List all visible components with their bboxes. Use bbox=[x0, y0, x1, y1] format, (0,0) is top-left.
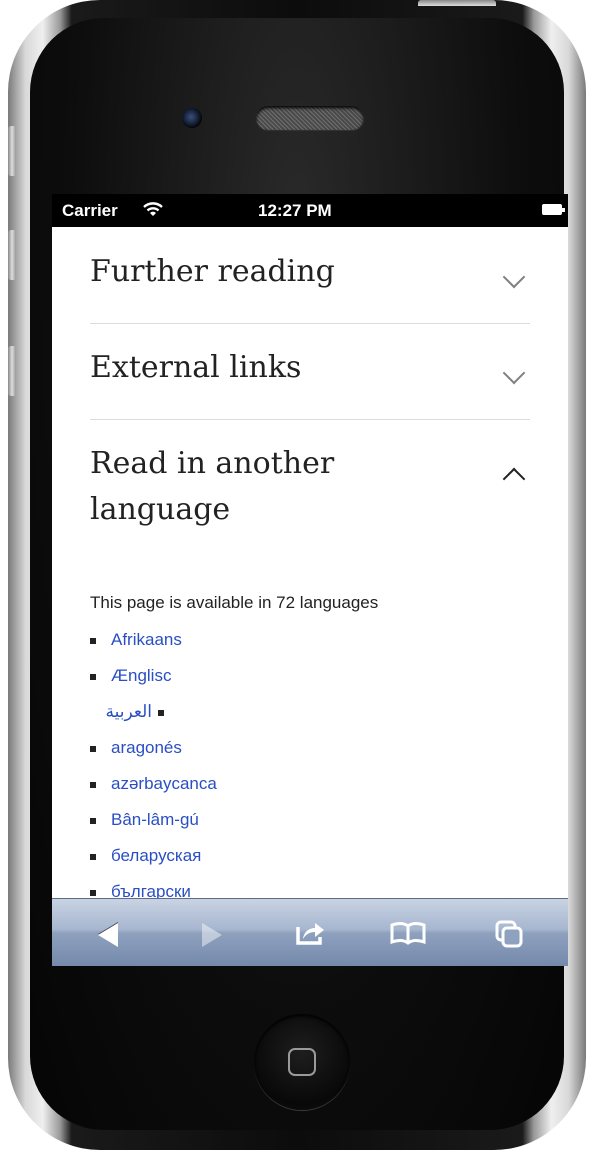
forward-icon bbox=[202, 923, 222, 947]
section-title: Further reading bbox=[90, 254, 335, 289]
language-link[interactable]: العربية bbox=[90, 694, 217, 730]
wifi-icon bbox=[143, 202, 163, 216]
mute-switch bbox=[8, 126, 16, 176]
language-link[interactable]: Ænglisc bbox=[90, 658, 217, 694]
forward-button[interactable] bbox=[188, 911, 232, 955]
earpiece-speaker bbox=[256, 106, 364, 130]
article-content: Further reading External links Read in a… bbox=[52, 227, 568, 901]
bookmarks-button[interactable] bbox=[386, 911, 430, 955]
section-title: External links bbox=[90, 350, 302, 385]
language-link[interactable]: Bân-lâm-gú bbox=[90, 802, 217, 838]
list-bullet bbox=[90, 818, 96, 824]
list-bullet bbox=[90, 638, 96, 644]
language-link[interactable]: беларуская bbox=[90, 838, 217, 874]
share-button[interactable] bbox=[288, 911, 332, 955]
volume-up-button bbox=[8, 230, 16, 280]
home-square-icon bbox=[288, 1048, 316, 1076]
language-link[interactable]: Afrikaans bbox=[90, 622, 217, 658]
list-bullet bbox=[90, 854, 96, 860]
screen: Carrier 12:27 PM Further reading Externa… bbox=[52, 194, 568, 966]
volume-down-button bbox=[8, 346, 16, 396]
language-list: Afrikaans Ænglisc العربية aragonés azərb… bbox=[90, 622, 217, 910]
clock: 12:27 PM bbox=[258, 201, 332, 220]
carrier-label: Carrier bbox=[62, 201, 118, 220]
list-bullet bbox=[90, 674, 96, 680]
tabs-button[interactable] bbox=[488, 911, 532, 955]
languages-availability-text: This page is available in 72 languages bbox=[90, 593, 379, 612]
battery-icon bbox=[542, 204, 565, 215]
chevron-up-icon bbox=[502, 467, 526, 491]
section-title: Read in another language bbox=[90, 446, 335, 527]
back-icon bbox=[98, 923, 118, 947]
power-button bbox=[418, 0, 496, 6]
section-external-links[interactable]: External links bbox=[90, 345, 530, 420]
list-bullet bbox=[158, 710, 164, 716]
share-icon bbox=[296, 923, 324, 945]
list-bullet bbox=[90, 782, 96, 788]
section-read-another-language[interactable]: Read in another language bbox=[90, 441, 530, 541]
safari-toolbar bbox=[52, 898, 568, 966]
section-further-reading[interactable]: Further reading bbox=[90, 249, 530, 324]
status-bar: Carrier 12:27 PM bbox=[52, 194, 568, 227]
language-link[interactable]: azərbaycanca bbox=[90, 766, 217, 802]
list-bullet bbox=[90, 890, 96, 896]
bookmarks-icon bbox=[390, 922, 426, 945]
back-button[interactable] bbox=[88, 911, 132, 955]
list-bullet bbox=[90, 746, 96, 752]
home-button[interactable] bbox=[254, 1014, 350, 1110]
language-link[interactable]: aragonés bbox=[90, 730, 217, 766]
front-camera bbox=[182, 108, 202, 128]
tabs-icon bbox=[495, 920, 523, 948]
